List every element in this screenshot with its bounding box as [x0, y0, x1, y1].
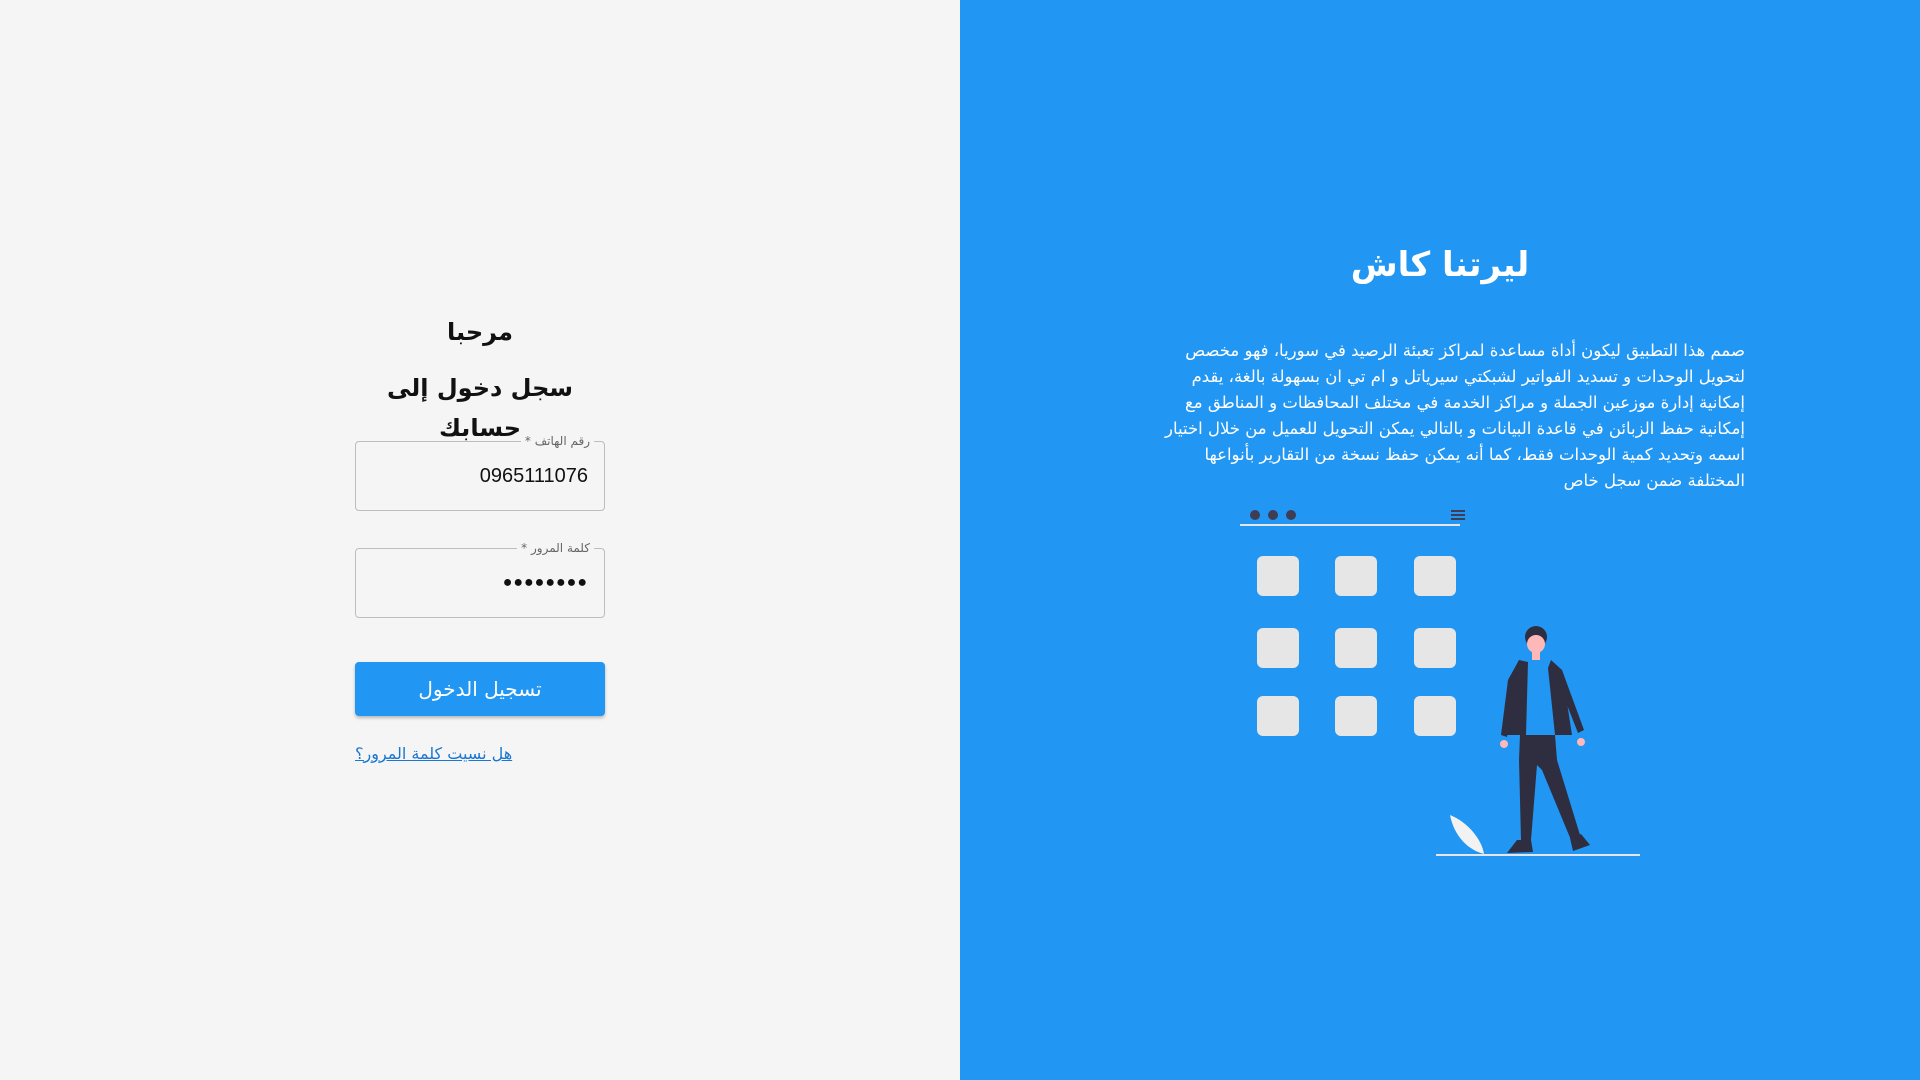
hamburger-icon	[1451, 510, 1465, 520]
app-tile	[1335, 696, 1377, 736]
app-tile	[1257, 628, 1299, 668]
greeting: مرحبا	[447, 318, 513, 346]
person-figure	[1500, 626, 1590, 853]
app-tile	[1257, 696, 1299, 736]
phone-field[interactable]: رقم الهاتف *	[355, 433, 605, 511]
login-button[interactable]: تسجيل الدخول	[355, 662, 605, 716]
illustration	[1240, 510, 1640, 856]
forgot-password-link[interactable]: هل نسيت كلمة المرور؟	[355, 744, 605, 763]
app-tile	[1414, 696, 1456, 736]
leaf-icon	[1450, 815, 1484, 854]
login-form: مرحبا سجل دخول إلى حسابك رقم الهاتف * كل…	[355, 312, 605, 763]
login-page: مرحبا سجل دخول إلى حسابك رقم الهاتف * كل…	[0, 0, 1920, 1080]
password-masked-value: ●●●●●●●●	[502, 574, 588, 591]
app-grid	[1257, 556, 1456, 736]
login-subtitle: سجل دخول إلى حسابك	[386, 374, 574, 442]
app-tile	[1414, 628, 1456, 668]
app-tile	[1257, 556, 1299, 596]
app-tile	[1414, 556, 1456, 596]
app-tile	[1335, 556, 1377, 596]
phone-input[interactable]	[356, 442, 604, 510]
login-panel: مرحبا سجل دخول إلى حسابك رقم الهاتف * كل…	[0, 0, 960, 1080]
dots-icon	[1250, 510, 1296, 520]
app-tile	[1335, 628, 1377, 668]
password-field[interactable]: كلمة المرور * ●●●●●●●●	[355, 540, 605, 618]
password-input[interactable]: ●●●●●●●●	[356, 549, 604, 617]
info-panel: ليرتنا كاش صمم هذا التطبيق ليكون أداة مس…	[960, 0, 1920, 1080]
